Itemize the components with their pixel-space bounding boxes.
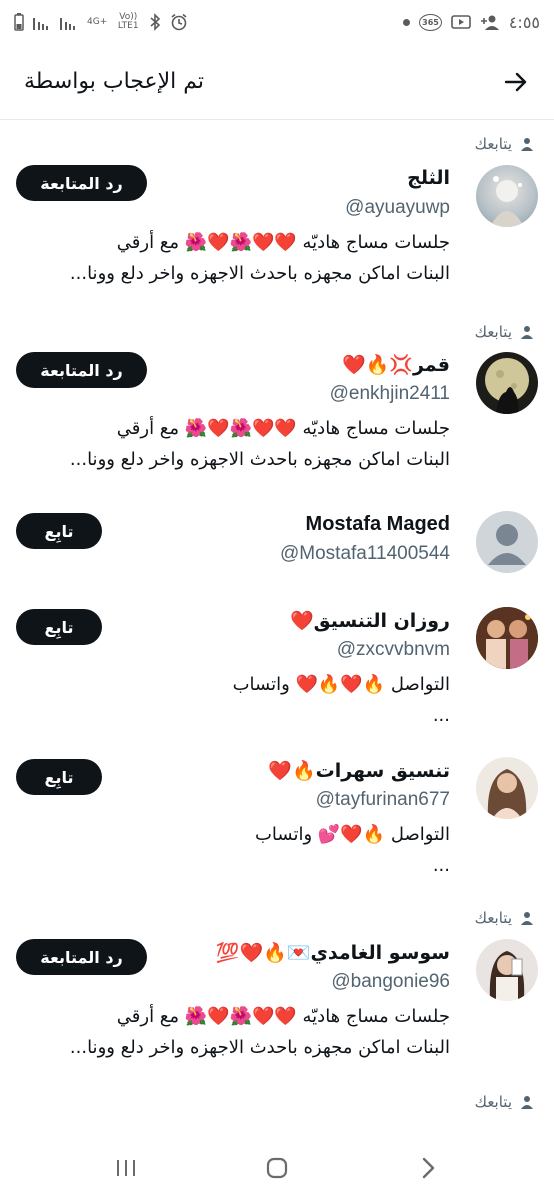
display-name[interactable]: Mostafa Maged bbox=[306, 513, 450, 536]
avatar-image bbox=[489, 951, 525, 1001]
user-bio: جلسات مساج هاديّه ❤️❤️🌺❤️🌺 مع أرقي البنا… bbox=[10, 227, 450, 289]
user-cell[interactable]: تنسيق سهرات🔥❤️ @tayfurinan677 التواصل 🔥❤… bbox=[0, 745, 554, 895]
user-bio: جلسات مساج هاديّه ❤️❤️🌺❤️🌺 مع أرقي البنا… bbox=[10, 413, 450, 475]
follows-you-label: يتابعك bbox=[474, 1093, 512, 1111]
bio-line: البنات اماكن مجهزه باحدث الاجهزه واخر دل… bbox=[69, 263, 450, 284]
display-name[interactable]: الثلج bbox=[407, 167, 450, 189]
bio-line: البنات اماكن مجهزه باحدث الاجهزه واخر دل… bbox=[69, 449, 450, 470]
follows-you-label: يتابعك bbox=[474, 909, 512, 927]
avatar[interactable] bbox=[476, 757, 538, 819]
status-left: 4G+ Vo)) LTE1 bbox=[14, 13, 188, 31]
avatar[interactable] bbox=[476, 939, 538, 1001]
follow-back-button[interactable]: رد المتابعة bbox=[16, 939, 147, 975]
status-time: ٤:٥٥ bbox=[508, 12, 540, 32]
bio-line: ... bbox=[432, 705, 450, 726]
person-icon bbox=[521, 1096, 533, 1109]
user-cell[interactable]: يتابعك قمر💢🔥❤️ @enkhjin2411 جلسات مساج ه… bbox=[0, 309, 554, 495]
user-handle[interactable]: @tayfurinan677 bbox=[316, 789, 450, 811]
recent-apps-icon bbox=[116, 1160, 135, 1176]
signal-icon bbox=[33, 18, 48, 30]
person-icon bbox=[521, 326, 533, 339]
home-icon bbox=[266, 1157, 288, 1179]
avatar[interactable] bbox=[476, 607, 538, 669]
arrow-right-icon bbox=[504, 72, 527, 91]
avatar[interactable] bbox=[476, 165, 538, 227]
default-avatar-icon bbox=[488, 524, 526, 565]
screen-record-icon bbox=[451, 15, 471, 29]
display-name[interactable]: قمر💢🔥❤️ bbox=[342, 353, 450, 376]
user-handle[interactable]: @bangonie96 bbox=[331, 971, 450, 993]
bluetooth-icon bbox=[150, 13, 161, 31]
status-bar: 4G+ Vo)) LTE1 365 ٤:٥٥ bbox=[0, 0, 554, 44]
user-bio: التواصل 🔥❤️🔥❤️ واتساب ... bbox=[10, 669, 450, 731]
home-button[interactable] bbox=[253, 1144, 301, 1192]
follow-back-button[interactable]: رد المتابعة bbox=[16, 165, 147, 201]
user-bio: التواصل 🔥❤️💕 واتساب ... bbox=[10, 819, 450, 881]
user-cell[interactable]: يتابعك سوسو الغامدي💌🔥❤️💯 @bangonie96 جلس… bbox=[0, 895, 554, 1083]
display-name[interactable]: روزان التنسيق❤️ bbox=[290, 609, 450, 632]
back-button[interactable] bbox=[500, 66, 532, 98]
battery-icon bbox=[14, 13, 24, 31]
follows-you-indicator: يتابعك bbox=[475, 135, 534, 153]
person-icon bbox=[521, 912, 533, 925]
page-title: تم الإعجاب بواسطة bbox=[24, 69, 205, 94]
signal-icon-2 bbox=[60, 18, 75, 30]
user-handle[interactable]: @zxcvvbnvm bbox=[337, 639, 450, 661]
display-name[interactable]: سوسو الغامدي💌🔥❤️💯 bbox=[216, 941, 450, 964]
follows-you-indicator: يتابعك bbox=[475, 909, 534, 927]
network-type-label: 4G+ bbox=[87, 16, 108, 27]
follows-you-label: يتابعك bbox=[474, 135, 512, 153]
bio-line: جلسات مساج هاديّه ❤️❤️🌺❤️🌺 مع أرقي bbox=[116, 232, 450, 253]
user-list: يتابعك الثلج @ayuayuwp جلسات مساج هاديّه… bbox=[0, 121, 554, 1123]
follows-you-label: يتابعك bbox=[474, 323, 512, 341]
top-app-bar: تم الإعجاب بواسطة bbox=[0, 44, 554, 120]
follows-you-indicator: يتابعك bbox=[475, 323, 534, 341]
status-right: 365 ٤:٥٥ bbox=[403, 13, 540, 32]
chevron-right-icon bbox=[423, 1157, 435, 1179]
user-handle[interactable]: @ayuayuwp bbox=[345, 197, 450, 219]
user-cell[interactable]: يتابعك الثلج @ayuayuwp جلسات مساج هاديّه… bbox=[0, 121, 554, 309]
user-handle[interactable]: @enkhjin2411 bbox=[330, 383, 450, 405]
bio-line: البنات اماكن مجهزه باحدث الاجهزه واخر دل… bbox=[69, 1037, 450, 1058]
user-cell[interactable]: Mostafa Maged @Mostafa11400544 تابِع bbox=[0, 495, 554, 595]
avatar-image bbox=[487, 769, 527, 819]
bio-line: جلسات مساج هاديّه ❤️❤️🌺❤️🌺 مع أرقي bbox=[116, 418, 450, 439]
alarm-icon bbox=[171, 13, 187, 31]
user-cell[interactable]: روزان التنسيق❤️ @zxcvvbnvm التواصل 🔥❤️🔥❤… bbox=[0, 595, 554, 745]
follow-back-button[interactable]: رد المتابعة bbox=[16, 352, 147, 388]
avatar-image bbox=[476, 607, 538, 669]
avatar[interactable] bbox=[476, 511, 538, 573]
bio-line: التواصل 🔥❤️🔥❤️ واتساب bbox=[232, 674, 450, 695]
follows-you-indicator: يتابعك bbox=[475, 1093, 534, 1111]
follow-button[interactable]: تابِع bbox=[16, 609, 102, 645]
avatar[interactable] bbox=[476, 352, 538, 414]
bio-line: ... bbox=[432, 855, 450, 876]
recent-apps-button[interactable] bbox=[102, 1144, 150, 1192]
user-cell[interactable]: يتابعك bbox=[0, 1083, 554, 1123]
user-handle[interactable]: @Mostafa11400544 bbox=[280, 543, 450, 565]
system-navigation-bar bbox=[0, 1136, 554, 1200]
volte-label: Vo)) LTE1 bbox=[117, 12, 139, 31]
person-icon bbox=[521, 138, 533, 151]
system-back-button[interactable] bbox=[404, 1144, 452, 1192]
avatar-image bbox=[485, 358, 529, 414]
notification-dot-icon bbox=[403, 18, 411, 26]
follow-button[interactable]: تابِع bbox=[16, 759, 102, 795]
follow-button[interactable]: تابِع bbox=[16, 513, 102, 549]
user-bio: جلسات مساج هاديّه ❤️❤️🌺❤️🌺 مع أرقي البنا… bbox=[10, 1001, 450, 1063]
bio-line: التواصل 🔥❤️💕 واتساب bbox=[254, 824, 450, 845]
badge-365-icon: 365 bbox=[419, 13, 442, 31]
display-name[interactable]: تنسيق سهرات🔥❤️ bbox=[268, 759, 450, 782]
bio-line: جلسات مساج هاديّه ❤️❤️🌺❤️🌺 مع أرقي bbox=[116, 1006, 450, 1027]
add-contact-icon bbox=[480, 15, 499, 30]
avatar-image bbox=[490, 176, 524, 227]
